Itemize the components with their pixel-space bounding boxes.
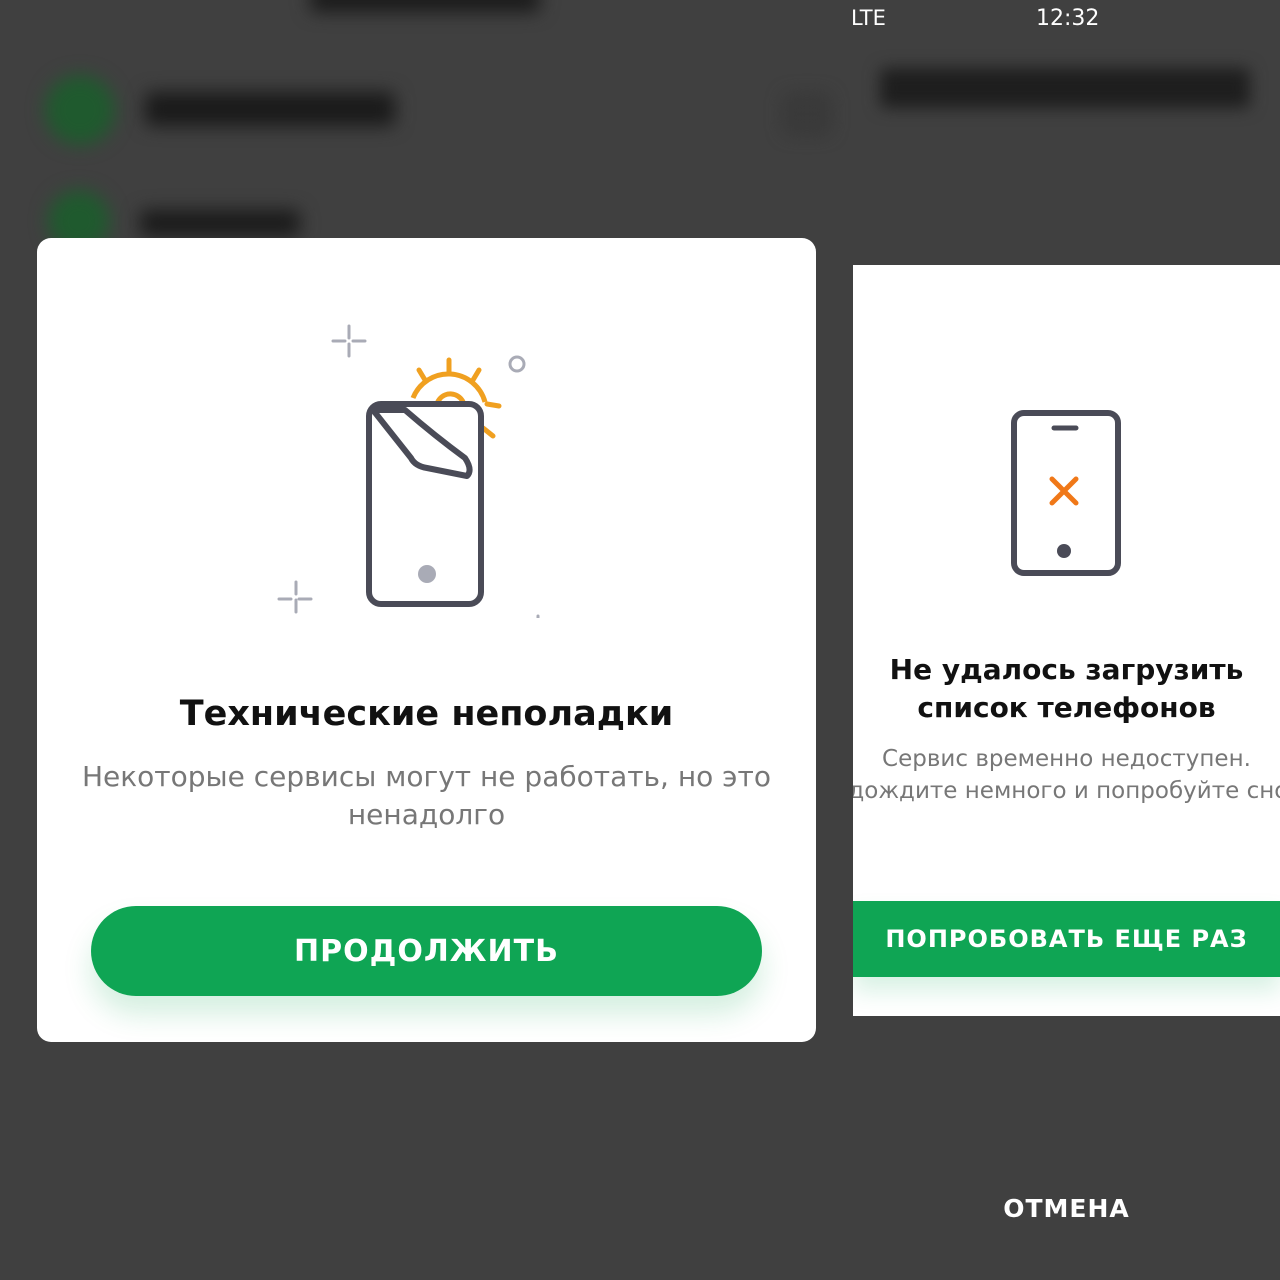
dialog-title: Не удалось загрузить список телефонов (889, 653, 1244, 724)
load-phones-error-dialog: Не удалось загрузить список телефонов Се… (853, 265, 1280, 1016)
network-indicator: LTE (851, 6, 886, 30)
blurred-header-right (880, 68, 1250, 108)
blurred-header (310, 0, 540, 12)
phone-error-icon (1011, 410, 1121, 576)
status-time: 12:32 (1036, 6, 1100, 31)
blurred-row-text (145, 92, 395, 126)
continue-button[interactable]: ПРОДОЛЖИТЬ (91, 906, 762, 996)
blurred-row-text-2 (140, 210, 300, 236)
blurred-avatar (45, 75, 115, 145)
dialog-description: Сервис временно недоступен. Подождите не… (853, 746, 1280, 804)
technical-issues-dialog: Технические неполадки Некоторые сервисы … (37, 238, 816, 1042)
phone-repair-gear-icon (277, 324, 540, 618)
cancel-button[interactable]: ОТМЕНА (853, 1194, 1280, 1223)
dialog-description: Некоторые сервисы могут не работать, но … (81, 760, 771, 831)
blurred-row-badge (785, 95, 829, 133)
retry-button[interactable]: ПОПРОБОВАТЬ ЕЩЕ РАЗ (853, 901, 1280, 977)
dialog-title: Технические неполадки (179, 694, 674, 734)
